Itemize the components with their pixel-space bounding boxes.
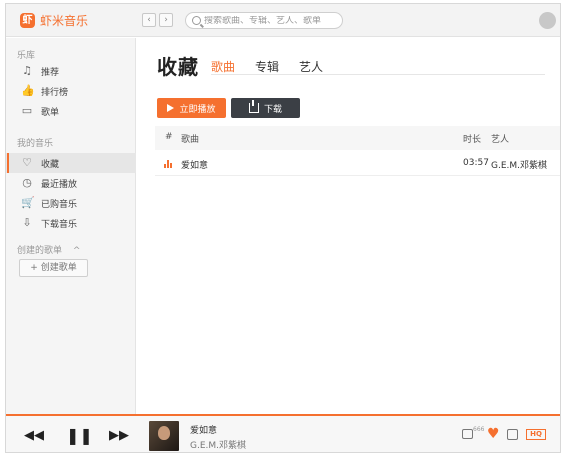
comment-icon[interactable] — [462, 429, 473, 439]
heart-icon[interactable]: ♥ — [487, 426, 500, 442]
sidebar: 乐库 ♫ 推荐 👍 排行榜 ▭ 歌单 我的音乐 ♡ 收藏 ◷ 最近播放 🛒 已购… — [6, 38, 136, 414]
tab-albums[interactable]: 专辑 — [255, 58, 279, 75]
download-icon: ⇩ — [22, 216, 32, 229]
play-all-label: 立即播放 — [179, 104, 216, 115]
play-all-button[interactable]: 立即播放 — [157, 98, 226, 118]
tab-artists[interactable]: 艺人 — [299, 58, 323, 75]
sidebar-item-label: 已购音乐 — [41, 199, 78, 210]
thumbs-up-icon: 👍 — [21, 84, 35, 97]
pause-icon[interactable]: ❚❚ — [66, 426, 93, 445]
album-cover[interactable] — [149, 421, 179, 451]
now-playing-artist[interactable]: G.E.M.邓紫棋 — [190, 438, 246, 451]
user-avatar[interactable] — [539, 12, 556, 29]
quality-badge[interactable]: HQ — [526, 429, 546, 440]
search-input[interactable] — [204, 15, 334, 26]
next-icon[interactable]: ▶▶ — [109, 428, 129, 443]
sidebar-item-recent[interactable]: ◷ 最近播放 — [6, 173, 136, 193]
main-content: 收藏 歌曲 专辑 艺人 立即播放 下载 # 歌曲 时长 艺人 爱如意 03:57 — [137, 38, 560, 414]
header-index: # — [165, 132, 173, 142]
sidebar-item-charts[interactable]: 👍 排行榜 — [6, 81, 136, 101]
sidebar-item-label: 收藏 — [41, 159, 60, 170]
table-header: # 歌曲 时长 艺人 — [155, 126, 560, 150]
sidebar-item-label: 下载音乐 — [41, 219, 78, 230]
download-button[interactable]: 下载 — [231, 98, 300, 118]
tab-songs[interactable]: 歌曲 — [211, 58, 235, 75]
created-title-label: 创建的歌单 — [17, 246, 63, 256]
search-icon — [192, 16, 201, 25]
create-playlist-button[interactable]: + 创建歌单 — [19, 259, 88, 277]
sidebar-item-recommend[interactable]: ♫ 推荐 — [6, 61, 136, 81]
play-icon — [167, 104, 175, 112]
screen-icon: ▭ — [21, 104, 33, 117]
table-row[interactable]: 爱如意 03:57 G.E.M.邓紫棋 — [155, 152, 560, 176]
now-playing-title[interactable]: 爱如意 — [190, 423, 217, 436]
row-artist[interactable]: G.E.M.邓紫棋 — [491, 158, 547, 171]
top-bar: 虾 虾米音乐 ‹ › — [6, 4, 560, 37]
download-icon — [248, 100, 259, 113]
app-name: 虾米音乐 — [40, 14, 89, 28]
header-song[interactable]: 歌曲 — [181, 132, 199, 145]
search-box[interactable] — [185, 12, 343, 29]
previous-icon[interactable]: ◀◀ — [24, 428, 44, 443]
player-bar: ◀◀ ❚❚ ▶▶ 爱如意 G.E.M.邓紫棋 666 ♥ HQ — [6, 414, 560, 452]
sidebar-item-favorites[interactable]: ♡ 收藏 — [6, 153, 136, 173]
clock-icon: ◷ — [22, 176, 32, 189]
xiami-logo-icon: 虾 — [20, 13, 35, 28]
music-note-icon: ♫ — [22, 64, 32, 77]
row-song-title[interactable]: 爱如意 — [181, 158, 208, 171]
forward-button[interactable]: › — [159, 13, 173, 27]
tab-divider — [211, 74, 545, 75]
page-title: 收藏 — [157, 55, 199, 79]
download-icon[interactable] — [507, 429, 518, 440]
sidebar-item-purchased[interactable]: 🛒 已购音乐 — [6, 193, 136, 213]
collapse-chevron-icon[interactable]: ^ — [73, 246, 81, 256]
sidebar-item-label: 歌单 — [41, 107, 60, 118]
download-label: 下载 — [263, 104, 282, 115]
section-title-my-music: 我的音乐 — [17, 139, 54, 149]
comment-count: 666 — [473, 426, 485, 433]
now-playing-icon — [164, 160, 173, 168]
sidebar-item-playlists[interactable]: ▭ 歌单 — [6, 101, 136, 121]
header-duration[interactable]: 时长 — [463, 132, 481, 145]
app-logo[interactable]: 虾 虾米音乐 — [20, 12, 88, 29]
header-artist[interactable]: 艺人 — [491, 132, 509, 145]
sidebar-item-label: 排行榜 — [41, 87, 69, 98]
sidebar-item-label: 最近播放 — [41, 179, 78, 190]
heart-outline-icon: ♡ — [22, 156, 32, 169]
section-title-library: 乐库 — [17, 51, 36, 61]
app-window: 虾 虾米音乐 ‹ › 乐库 ♫ 推荐 👍 排行榜 ▭ 歌单 我的音乐 ♡ 收藏 — [5, 3, 561, 453]
row-duration: 03:57 — [463, 158, 489, 168]
sidebar-item-label: 推荐 — [41, 67, 60, 78]
back-button[interactable]: ‹ — [142, 13, 156, 27]
cart-icon: 🛒 — [21, 196, 35, 209]
sidebar-item-downloads[interactable]: ⇩ 下载音乐 — [6, 213, 136, 233]
tab-bar: 歌曲 专辑 艺人 — [211, 58, 343, 75]
section-title-created: 创建的歌单 ^ — [17, 243, 80, 256]
